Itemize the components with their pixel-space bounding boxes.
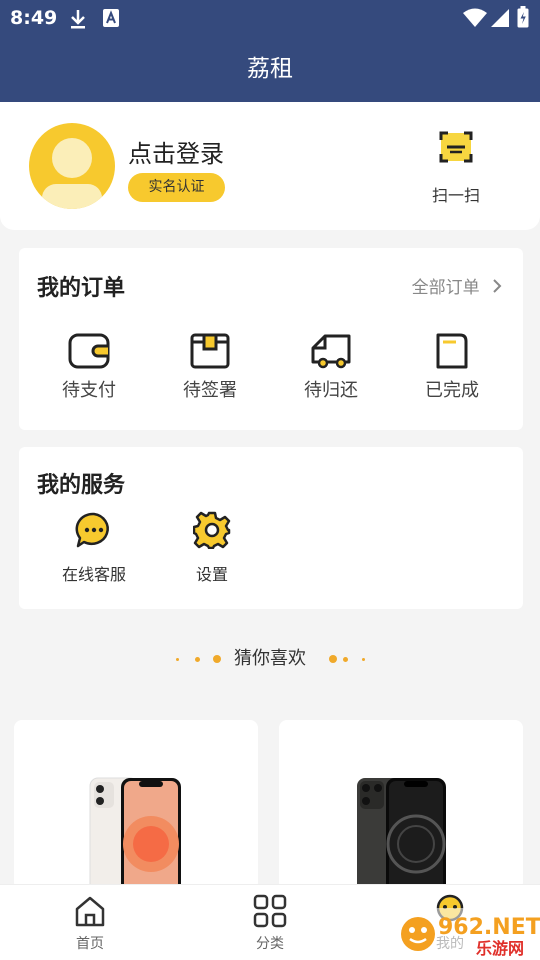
services-card: 我的服务 在线客服 设置 — [19, 447, 523, 609]
avatar-person-icon — [42, 138, 102, 209]
decor-dot — [176, 658, 179, 661]
download-icon — [68, 8, 88, 34]
decor-dot — [362, 658, 365, 661]
tab-category[interactable]: 分类 — [225, 885, 315, 960]
order-item-label: 待支付 — [62, 380, 116, 401]
wallet-icon — [68, 333, 110, 369]
login-link[interactable]: 点击登录 — [128, 134, 224, 169]
order-item-label: 待签署 — [183, 380, 237, 401]
tab-label: 首页 — [76, 936, 104, 952]
service-label: 设置 — [195, 565, 228, 584]
decor-dot — [329, 655, 337, 663]
order-item-label: 待归还 — [304, 380, 358, 401]
chevron-right-icon — [493, 279, 502, 293]
product-card[interactable] — [14, 720, 258, 890]
document-icon — [436, 333, 468, 369]
guess-you-like-header: 猜你喜欢 — [0, 645, 540, 673]
scan-icon — [439, 131, 473, 163]
status-time: 8:49 — [10, 7, 58, 29]
grid-icon — [253, 894, 287, 928]
decor-dot — [195, 657, 200, 662]
chat-icon — [75, 512, 109, 548]
status-bar: 8:49 — [0, 0, 540, 36]
services-title: 我的服务 — [37, 473, 126, 498]
all-orders-label: 全部订单 — [411, 278, 480, 298]
app-title: 荔租 — [0, 36, 540, 102]
guess-you-like-title: 猜你喜欢 — [234, 648, 306, 669]
tab-label: 分类 — [256, 936, 284, 952]
order-item-label: 已完成 — [425, 380, 479, 401]
product-image-white-phone — [89, 777, 181, 890]
package-icon — [190, 333, 230, 369]
profile-card: 点击登录 实名认证 扫一扫 — [0, 102, 540, 230]
orders-card: 我的订单 全部订单 待支付 待签署 待归还 已完成 — [19, 248, 523, 430]
decor-dot — [343, 657, 348, 662]
real-name-auth-badge[interactable]: 实名认证 — [128, 173, 225, 202]
notification-a-icon — [102, 8, 120, 32]
scan-label: 扫一扫 — [431, 186, 480, 205]
wifi-icon — [462, 7, 488, 31]
product-card[interactable] — [279, 720, 523, 890]
orders-title: 我的订单 — [37, 276, 126, 301]
watermark-brand: 962.NET — [438, 915, 540, 940]
watermark-logo: 962.NET 乐游网 — [398, 908, 540, 960]
signal-icon — [490, 8, 510, 32]
tab-home[interactable]: 首页 — [45, 885, 135, 960]
scan-button[interactable]: 扫一扫 — [420, 130, 492, 208]
decor-dot — [213, 655, 221, 663]
all-orders-link[interactable]: 全部订单 — [412, 273, 503, 298]
watermark-sub: 乐游网 — [476, 939, 524, 958]
product-image-graphite-phone — [357, 778, 446, 890]
home-icon — [75, 896, 105, 927]
gear-icon — [193, 511, 231, 549]
battery-icon — [517, 6, 529, 32]
avatar[interactable] — [29, 123, 115, 209]
service-label: 在线客服 — [61, 565, 126, 584]
truck-icon — [311, 334, 351, 369]
